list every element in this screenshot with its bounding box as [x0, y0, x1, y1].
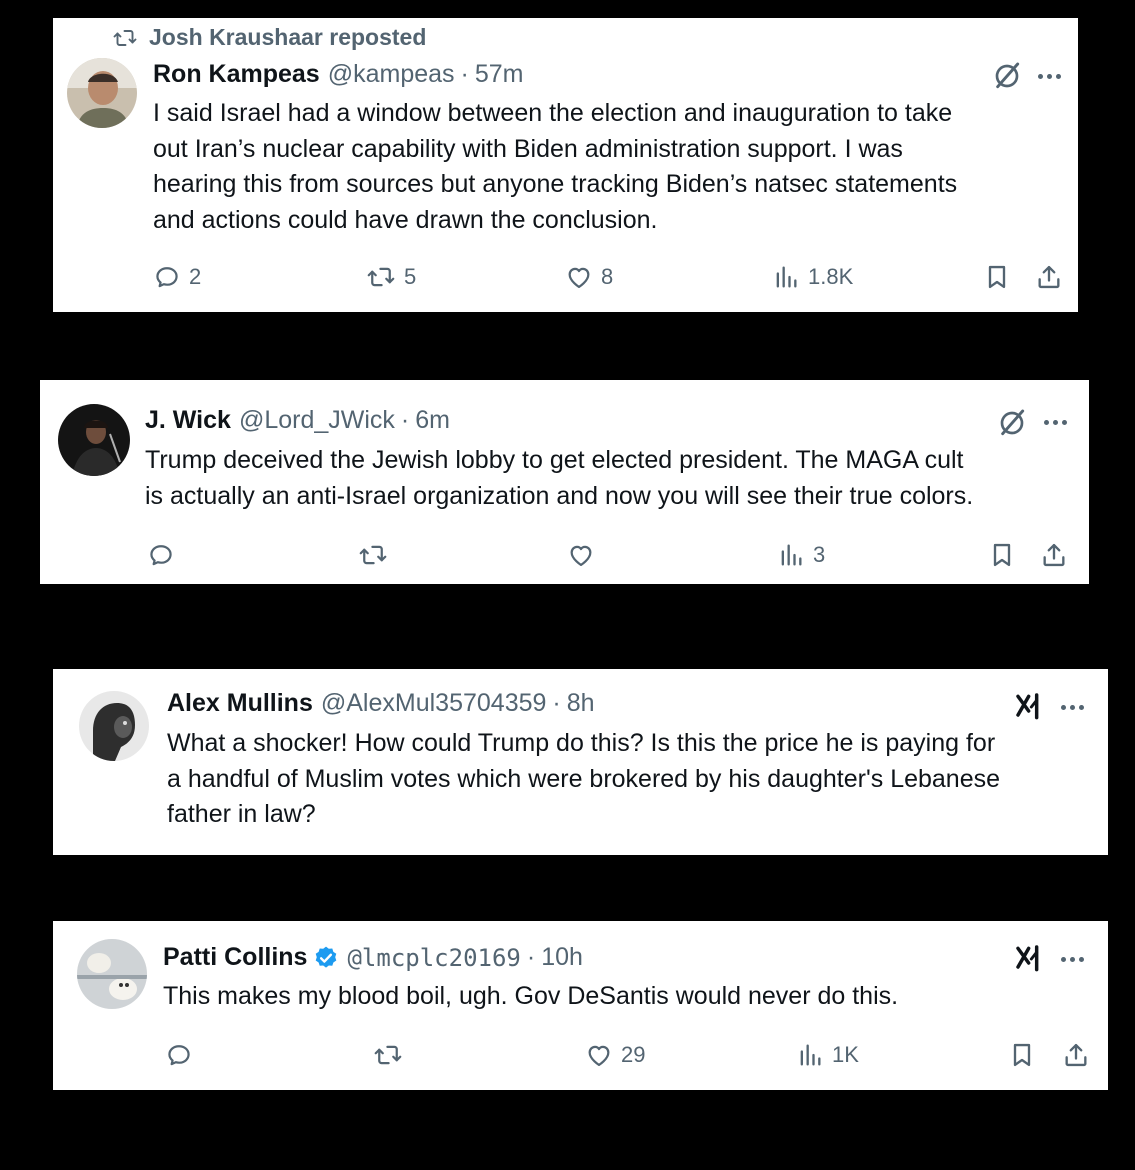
post-ron-kampeas[interactable]: Josh Kraushaar reposted Ron Kampeas @kam… — [53, 18, 1078, 312]
post-header: Alex Mullins @AlexMul35704359 · 8h — [167, 689, 595, 718]
views-icon — [772, 263, 800, 291]
repost-count: 5 — [404, 264, 417, 289]
like-count: 29 — [621, 1042, 646, 1067]
repost-context-label: Josh Kraushaar reposted — [149, 24, 427, 50]
heart-icon — [585, 1041, 613, 1069]
avatar[interactable] — [67, 58, 137, 128]
separator-dot: · — [526, 943, 536, 971]
timestamp[interactable]: 10h — [541, 943, 583, 972]
post-text-line: What a shocker! How could Trump do this?… — [167, 729, 996, 757]
like-button[interactable]: 8 — [565, 263, 613, 291]
views-count: 1K — [832, 1042, 859, 1067]
post-patti-collins[interactable]: Patti Collins @lmcplc20169 · 10h This ma… — [53, 921, 1108, 1090]
share-icon — [1040, 541, 1068, 569]
user-handle[interactable]: @kampeas — [328, 60, 455, 89]
share-button[interactable] — [1035, 263, 1063, 291]
more-icon[interactable] — [1061, 957, 1084, 962]
display-name[interactable]: Patti Collins — [163, 943, 307, 972]
post-text-line: out Iran’s nuclear capability with Biden… — [153, 134, 903, 163]
post-text-line: is actually an anti-Israel organization … — [145, 481, 974, 510]
display-name[interactable]: Alex Mullins — [167, 689, 313, 718]
verified-badge-icon — [316, 946, 337, 968]
like-count: 8 — [601, 264, 614, 289]
more-icon[interactable] — [1061, 705, 1084, 710]
bookmark-icon — [988, 541, 1016, 569]
views-button[interactable]: 1.8K — [772, 263, 853, 291]
reply-count: 2 — [189, 264, 202, 289]
grok-icon[interactable] — [995, 407, 1029, 439]
bookmark-button[interactable] — [1008, 1041, 1036, 1069]
repost-button[interactable] — [358, 541, 396, 569]
post-header: Ron Kampeas @kampeas · 57m — [153, 60, 524, 89]
repost-context: Josh Kraushaar reposted — [111, 24, 426, 51]
post-text-line: father in law? — [167, 800, 316, 828]
post-text: This makes my blood boil, ugh. Gov DeSan… — [163, 979, 898, 1015]
post-text-line: This makes my blood boil, ugh. Gov DeSan… — [163, 982, 899, 1010]
reply-icon — [153, 263, 181, 291]
views-count: 3 — [813, 542, 826, 567]
repost-icon — [366, 263, 396, 291]
views-button[interactable]: 3 — [777, 541, 825, 569]
user-handle[interactable]: @lmcplc20169 — [347, 944, 520, 972]
post-text: I said Israel had a window between the e… — [153, 96, 957, 238]
display-name[interactable]: J. Wick — [145, 406, 231, 435]
heart-icon — [567, 541, 595, 569]
timestamp[interactable]: 6m — [415, 406, 450, 435]
post-header: Patti Collins @lmcplc20169 · 10h — [163, 943, 583, 972]
views-icon — [796, 1041, 824, 1069]
post-text-line: hearing this from sources but anyone tra… — [153, 170, 958, 198]
heart-icon — [565, 263, 593, 291]
like-button[interactable] — [567, 541, 603, 569]
repost-icon — [358, 541, 388, 569]
like-button[interactable]: 29 — [585, 1041, 645, 1069]
reply-button[interactable]: 2 — [153, 263, 201, 291]
bookmark-icon — [983, 263, 1011, 291]
grok-icon[interactable] — [990, 60, 1024, 92]
post-text: What a shocker! How could Trump do this?… — [167, 726, 1000, 833]
user-handle[interactable]: @Lord_JWick — [239, 406, 395, 435]
avatar[interactable] — [58, 404, 130, 476]
post-text: Trump deceived the Jewish lobby to get e… — [145, 443, 973, 514]
timestamp[interactable]: 8h — [567, 689, 595, 718]
reply-icon — [165, 1041, 193, 1069]
user-handle[interactable]: @AlexMul35704359 — [321, 689, 547, 718]
post-text-line: I said Israel had a window between the e… — [153, 99, 953, 127]
post-text-line: and actions could have drawn the conclus… — [153, 205, 658, 234]
repost-button[interactable]: 5 — [366, 263, 416, 291]
avatar[interactable] — [77, 939, 147, 1009]
grok-icon[interactable] — [1013, 691, 1047, 723]
views-count: 1.8K — [808, 264, 854, 289]
post-j-wick[interactable]: J. Wick @Lord_JWick · 6m Trump deceived … — [40, 380, 1089, 584]
share-button[interactable] — [1040, 541, 1068, 569]
views-icon — [777, 541, 805, 569]
display-name[interactable]: Ron Kampeas — [153, 60, 320, 89]
more-icon[interactable] — [1044, 420, 1067, 425]
avatar[interactable] — [79, 691, 149, 761]
views-button[interactable]: 1K — [796, 1041, 859, 1069]
timestamp[interactable]: 57m — [475, 60, 524, 89]
share-button[interactable] — [1062, 1041, 1090, 1069]
post-text-line: Trump deceived the Jewish lobby to get e… — [145, 446, 964, 474]
repost-icon — [111, 26, 139, 50]
bookmark-icon — [1008, 1041, 1036, 1069]
grok-icon[interactable] — [1013, 943, 1047, 975]
share-icon — [1035, 263, 1063, 291]
reply-icon — [147, 541, 175, 569]
separator-dot: · — [460, 60, 469, 88]
repost-button[interactable] — [373, 1041, 411, 1069]
post-alex-mullins[interactable]: Alex Mullins @AlexMul35704359 · 8h What … — [53, 669, 1108, 855]
more-icon[interactable] — [1038, 74, 1061, 79]
reply-button[interactable] — [165, 1041, 201, 1069]
post-text-line: a handful of Muslim votes which were bro… — [167, 764, 1001, 793]
share-icon — [1062, 1041, 1090, 1069]
post-header: J. Wick @Lord_JWick · 6m — [145, 406, 450, 435]
separator-dot: · — [400, 406, 410, 434]
repost-icon — [373, 1041, 403, 1069]
reply-button[interactable] — [147, 541, 183, 569]
separator-dot: · — [552, 689, 561, 717]
bookmark-button[interactable] — [988, 541, 1016, 569]
bookmark-button[interactable] — [983, 263, 1011, 291]
